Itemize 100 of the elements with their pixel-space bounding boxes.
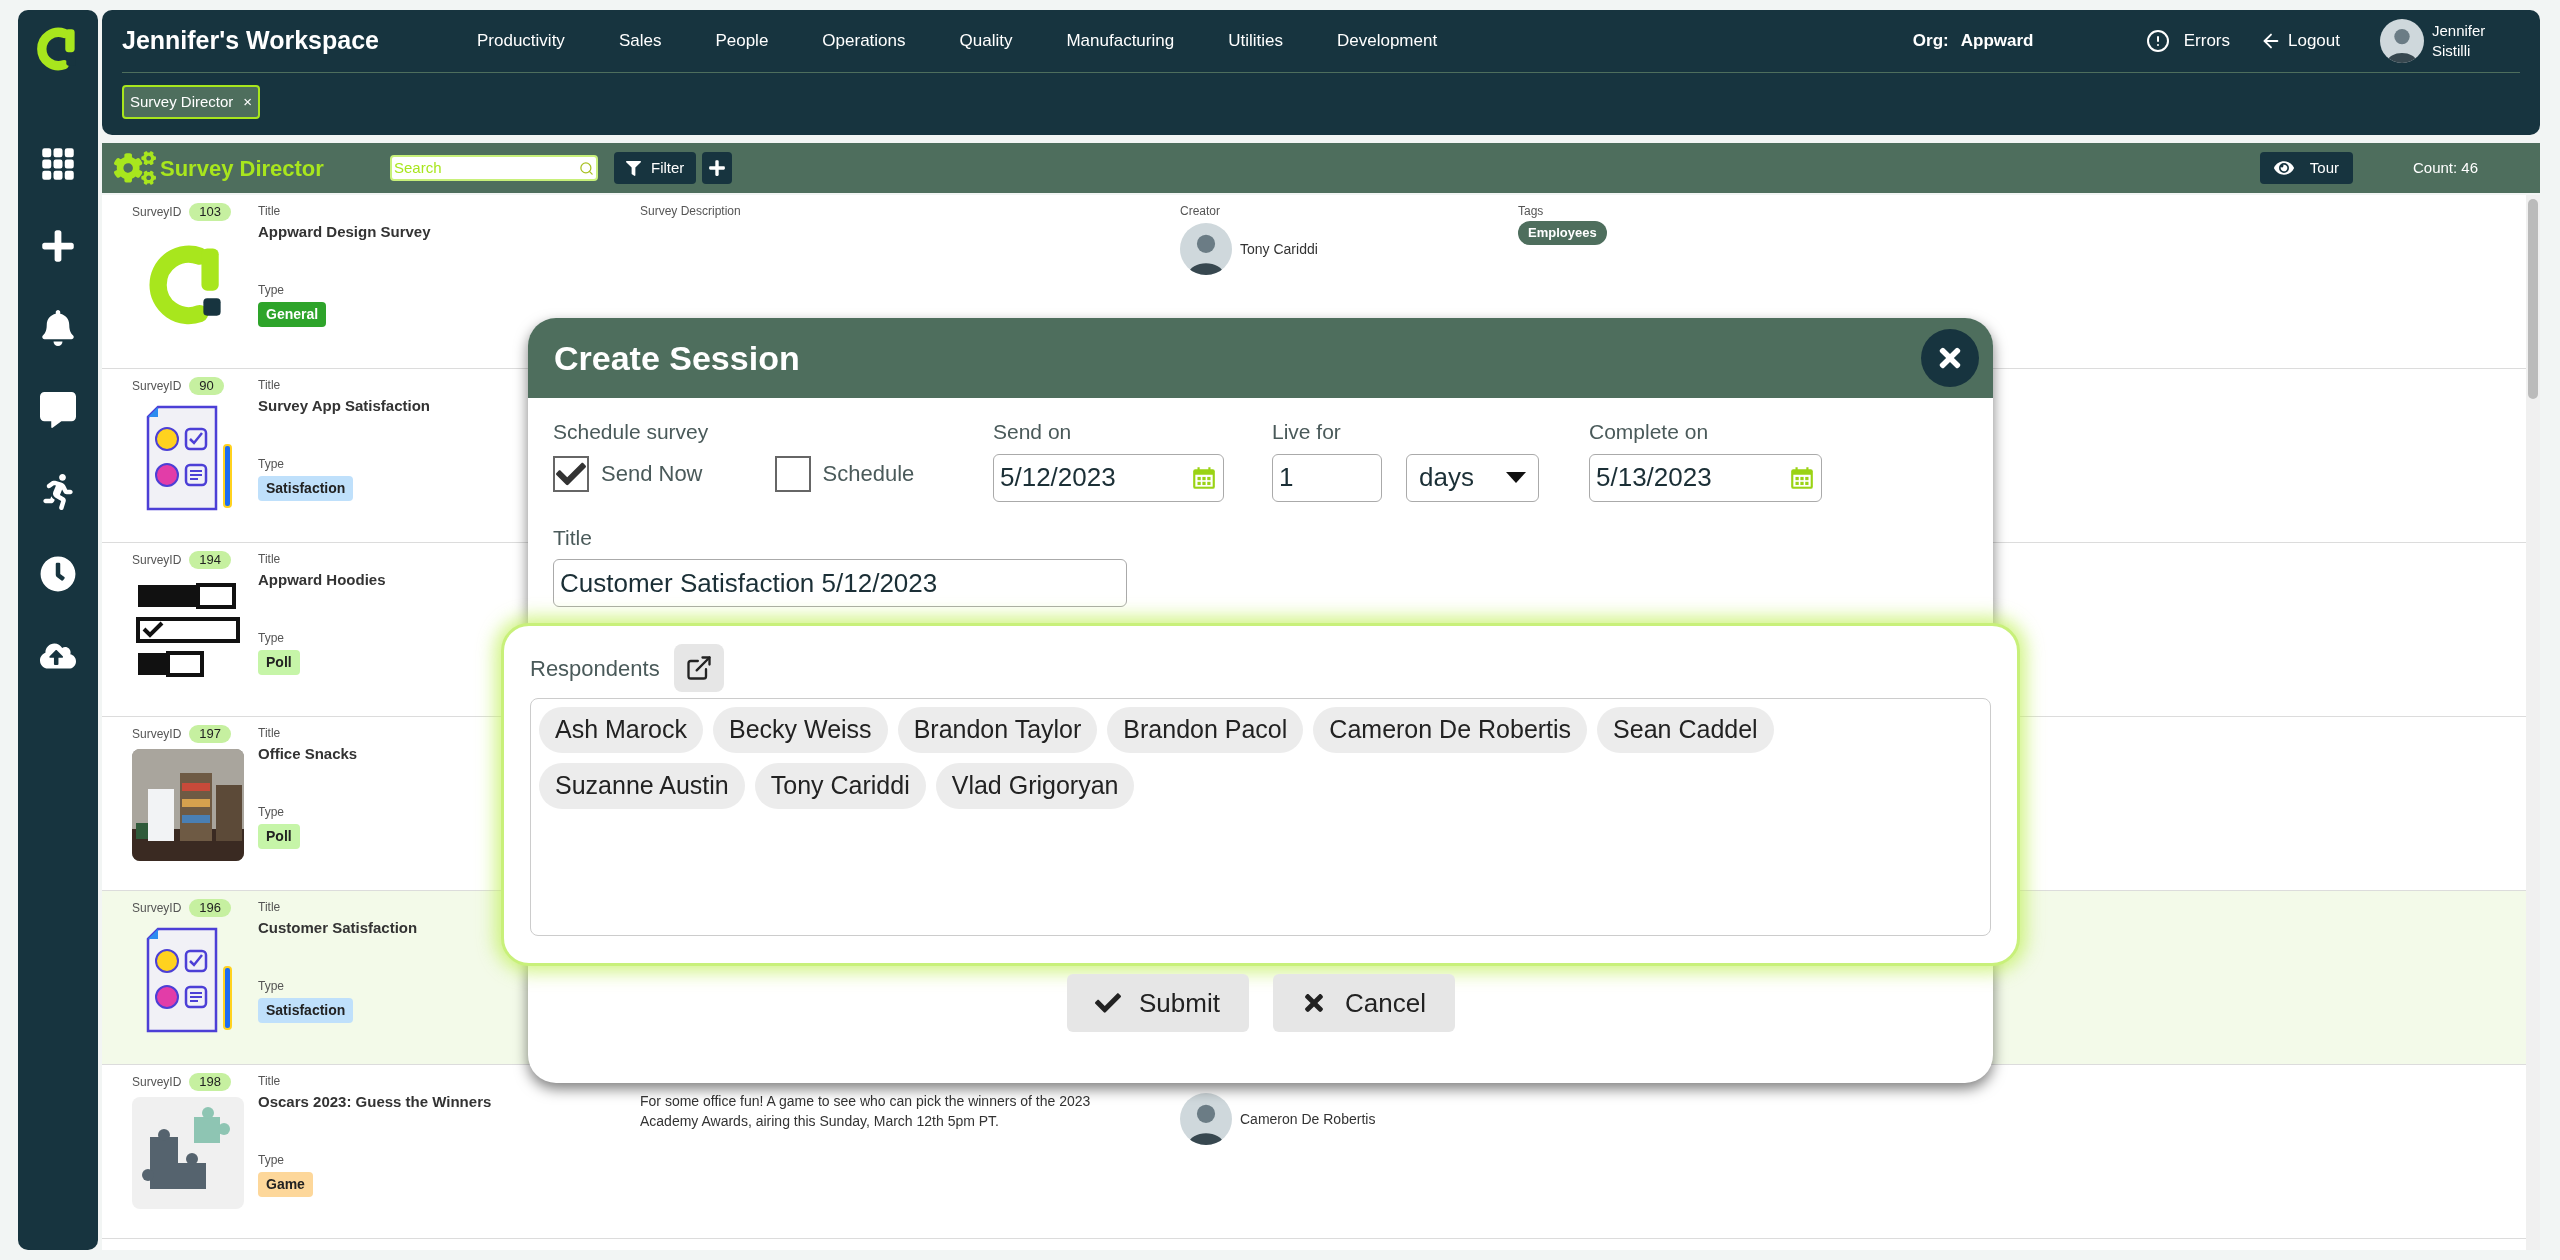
filter-icon xyxy=(626,160,641,176)
survey-title: Oscars 2023: Guess the Winners xyxy=(258,1092,492,1112)
plus-icon[interactable] xyxy=(40,228,76,264)
tag-chip: Employees xyxy=(1518,221,1607,245)
respondent-chip[interactable]: Becky Weiss xyxy=(713,707,888,753)
respondent-chip[interactable]: Brandon Pacol xyxy=(1107,707,1304,753)
workspace-title: Jennifer's Workspace xyxy=(122,25,380,57)
id-badge: 198 xyxy=(189,1073,232,1091)
field-label: Type xyxy=(258,455,284,472)
checkbox[interactable]: Schedule xyxy=(774,455,915,492)
id-badge: 103 xyxy=(189,203,232,221)
nav-link[interactable]: Development xyxy=(1336,28,1438,54)
field-label: Survey Description xyxy=(640,203,741,219)
plus-icon xyxy=(708,159,727,177)
org-label: Org: xyxy=(1912,30,1949,53)
field-label: SurveyID xyxy=(132,1074,182,1090)
nav-link[interactable]: Manufacturing xyxy=(1066,28,1175,54)
field-label: Title xyxy=(258,203,281,219)
creator-name: Cameron De Robertis xyxy=(1240,1109,1376,1129)
nav-link[interactable]: Productivity xyxy=(477,28,565,54)
respondent-chip[interactable]: Sean Caddel xyxy=(1597,707,1774,753)
title-field[interactable]: Customer Satisfaction 5/12/2023 xyxy=(553,559,1127,607)
respondent-chip[interactable]: Tony Cariddi xyxy=(754,763,926,809)
survey-title: Survey App Satisfaction xyxy=(258,396,430,416)
field-label: Type xyxy=(258,629,284,646)
field-label: SurveyID xyxy=(132,726,182,742)
nav-link[interactable]: Utilities xyxy=(1228,28,1283,54)
field-label: Tags xyxy=(1518,203,1544,219)
field-label: Title xyxy=(553,524,593,551)
add-button[interactable] xyxy=(702,152,733,184)
respondent-chip[interactable]: Ash Marock xyxy=(539,707,703,753)
creator-name: Tony Cariddi xyxy=(1240,239,1318,259)
date-field[interactable]: 5/12/2023 xyxy=(993,453,1224,502)
external-link-icon xyxy=(684,654,713,682)
field-label: Send on xyxy=(993,419,1073,445)
survey-title: Office Snacks xyxy=(258,744,358,764)
logout-link[interactable]: Logout xyxy=(2260,28,2340,54)
id-badge: 90 xyxy=(189,377,224,395)
avatar-icon xyxy=(1180,1093,1232,1145)
field-label: Title xyxy=(258,551,281,567)
tour-button[interactable]: Tour xyxy=(2259,152,2353,184)
id-badge: 197 xyxy=(189,725,232,743)
alert-icon xyxy=(2145,29,2170,53)
calendar-icon xyxy=(1789,464,1815,491)
eye-icon xyxy=(2273,158,2294,178)
unit-dropdown[interactable]: days xyxy=(1406,453,1539,502)
grid-icon[interactable] xyxy=(40,146,76,182)
nav-link[interactable]: Sales xyxy=(618,28,662,54)
field-label: Type xyxy=(258,281,284,298)
filter-button[interactable]: Filter xyxy=(614,152,697,184)
survey-title: Customer Satisfaction xyxy=(258,918,418,938)
field-label: Creator xyxy=(1180,203,1220,219)
user-name: Jennifer Sistilli xyxy=(2432,21,2487,61)
field-label: Schedule survey xyxy=(553,419,710,445)
survey-description: For some office fun! A game to see who can pick the winners of the 2023 Academy Awards, airing this Sunday, March 12th 5pm PT. xyxy=(640,1092,1092,1131)
respondent-chip[interactable]: Suzanne Austin xyxy=(539,763,745,809)
field-label: Title xyxy=(258,1073,281,1089)
date-field[interactable]: 5/13/2023 xyxy=(1589,453,1822,502)
checkbox[interactable]: Send Now xyxy=(553,455,703,492)
caret-icon xyxy=(1506,472,1526,483)
calendar-icon xyxy=(1191,464,1217,491)
respondent-chip[interactable]: Vlad Grigoryan xyxy=(935,763,1135,809)
type-tag: Satisfaction xyxy=(258,997,354,1023)
org-name: Appward xyxy=(1960,30,2035,53)
field-label: SurveyID xyxy=(132,204,182,220)
nav-link[interactable]: Operations xyxy=(822,28,906,54)
id-badge: 196 xyxy=(189,899,232,917)
nav-link[interactable]: People xyxy=(715,28,769,54)
errors-link[interactable]: Errors xyxy=(2145,28,2230,54)
type-tag: Poll xyxy=(258,649,300,675)
field-label: Type xyxy=(258,1151,284,1168)
chat-icon[interactable] xyxy=(40,392,76,428)
close-tab-button[interactable]: × xyxy=(243,90,253,114)
avatar-icon xyxy=(2380,19,2424,63)
field-label: Respondents xyxy=(530,654,660,683)
open-tab[interactable]: Survey Director × xyxy=(122,85,261,119)
open-external-button[interactable] xyxy=(673,644,724,692)
submit-button[interactable]: Submit xyxy=(1066,974,1249,1032)
respondents-field[interactable]: Ash Marock Becky Weiss Brandon Taylor Brandon Pacol Cameron De Robertis Sean Caddel Suzanne Austin Tony Cariddi Vlad Grigoryan xyxy=(530,698,1991,936)
field-label: SurveyID xyxy=(132,900,182,916)
field-label: Type xyxy=(258,803,284,820)
bell-icon[interactable] xyxy=(40,310,76,346)
field-label: Live for xyxy=(1272,419,1342,445)
nav-link[interactable]: Quality xyxy=(959,28,1013,54)
count-label: Count: 46 xyxy=(2413,157,2480,178)
field-label: Title xyxy=(258,899,281,915)
type-tag: General xyxy=(258,301,327,327)
number-field[interactable]: 1 xyxy=(1272,453,1382,502)
clock-icon[interactable] xyxy=(40,556,76,592)
survey-title: Appward Design Survey xyxy=(258,222,431,242)
field-label: SurveyID xyxy=(132,552,182,568)
field-label: Complete on xyxy=(1589,419,1710,445)
respondent-chip[interactable]: Brandon Taylor xyxy=(897,707,1098,753)
field-label: Title xyxy=(258,377,281,393)
respondent-chip[interactable]: Cameron De Robertis xyxy=(1313,707,1588,753)
scrollbar[interactable] xyxy=(2526,195,2540,1250)
toolbar-title: Survey Director xyxy=(160,154,325,183)
survey-title: Appward Hoodies xyxy=(258,570,386,590)
cancel-button[interactable]: Cancel xyxy=(1272,974,1455,1032)
field-label: Type xyxy=(258,977,284,994)
